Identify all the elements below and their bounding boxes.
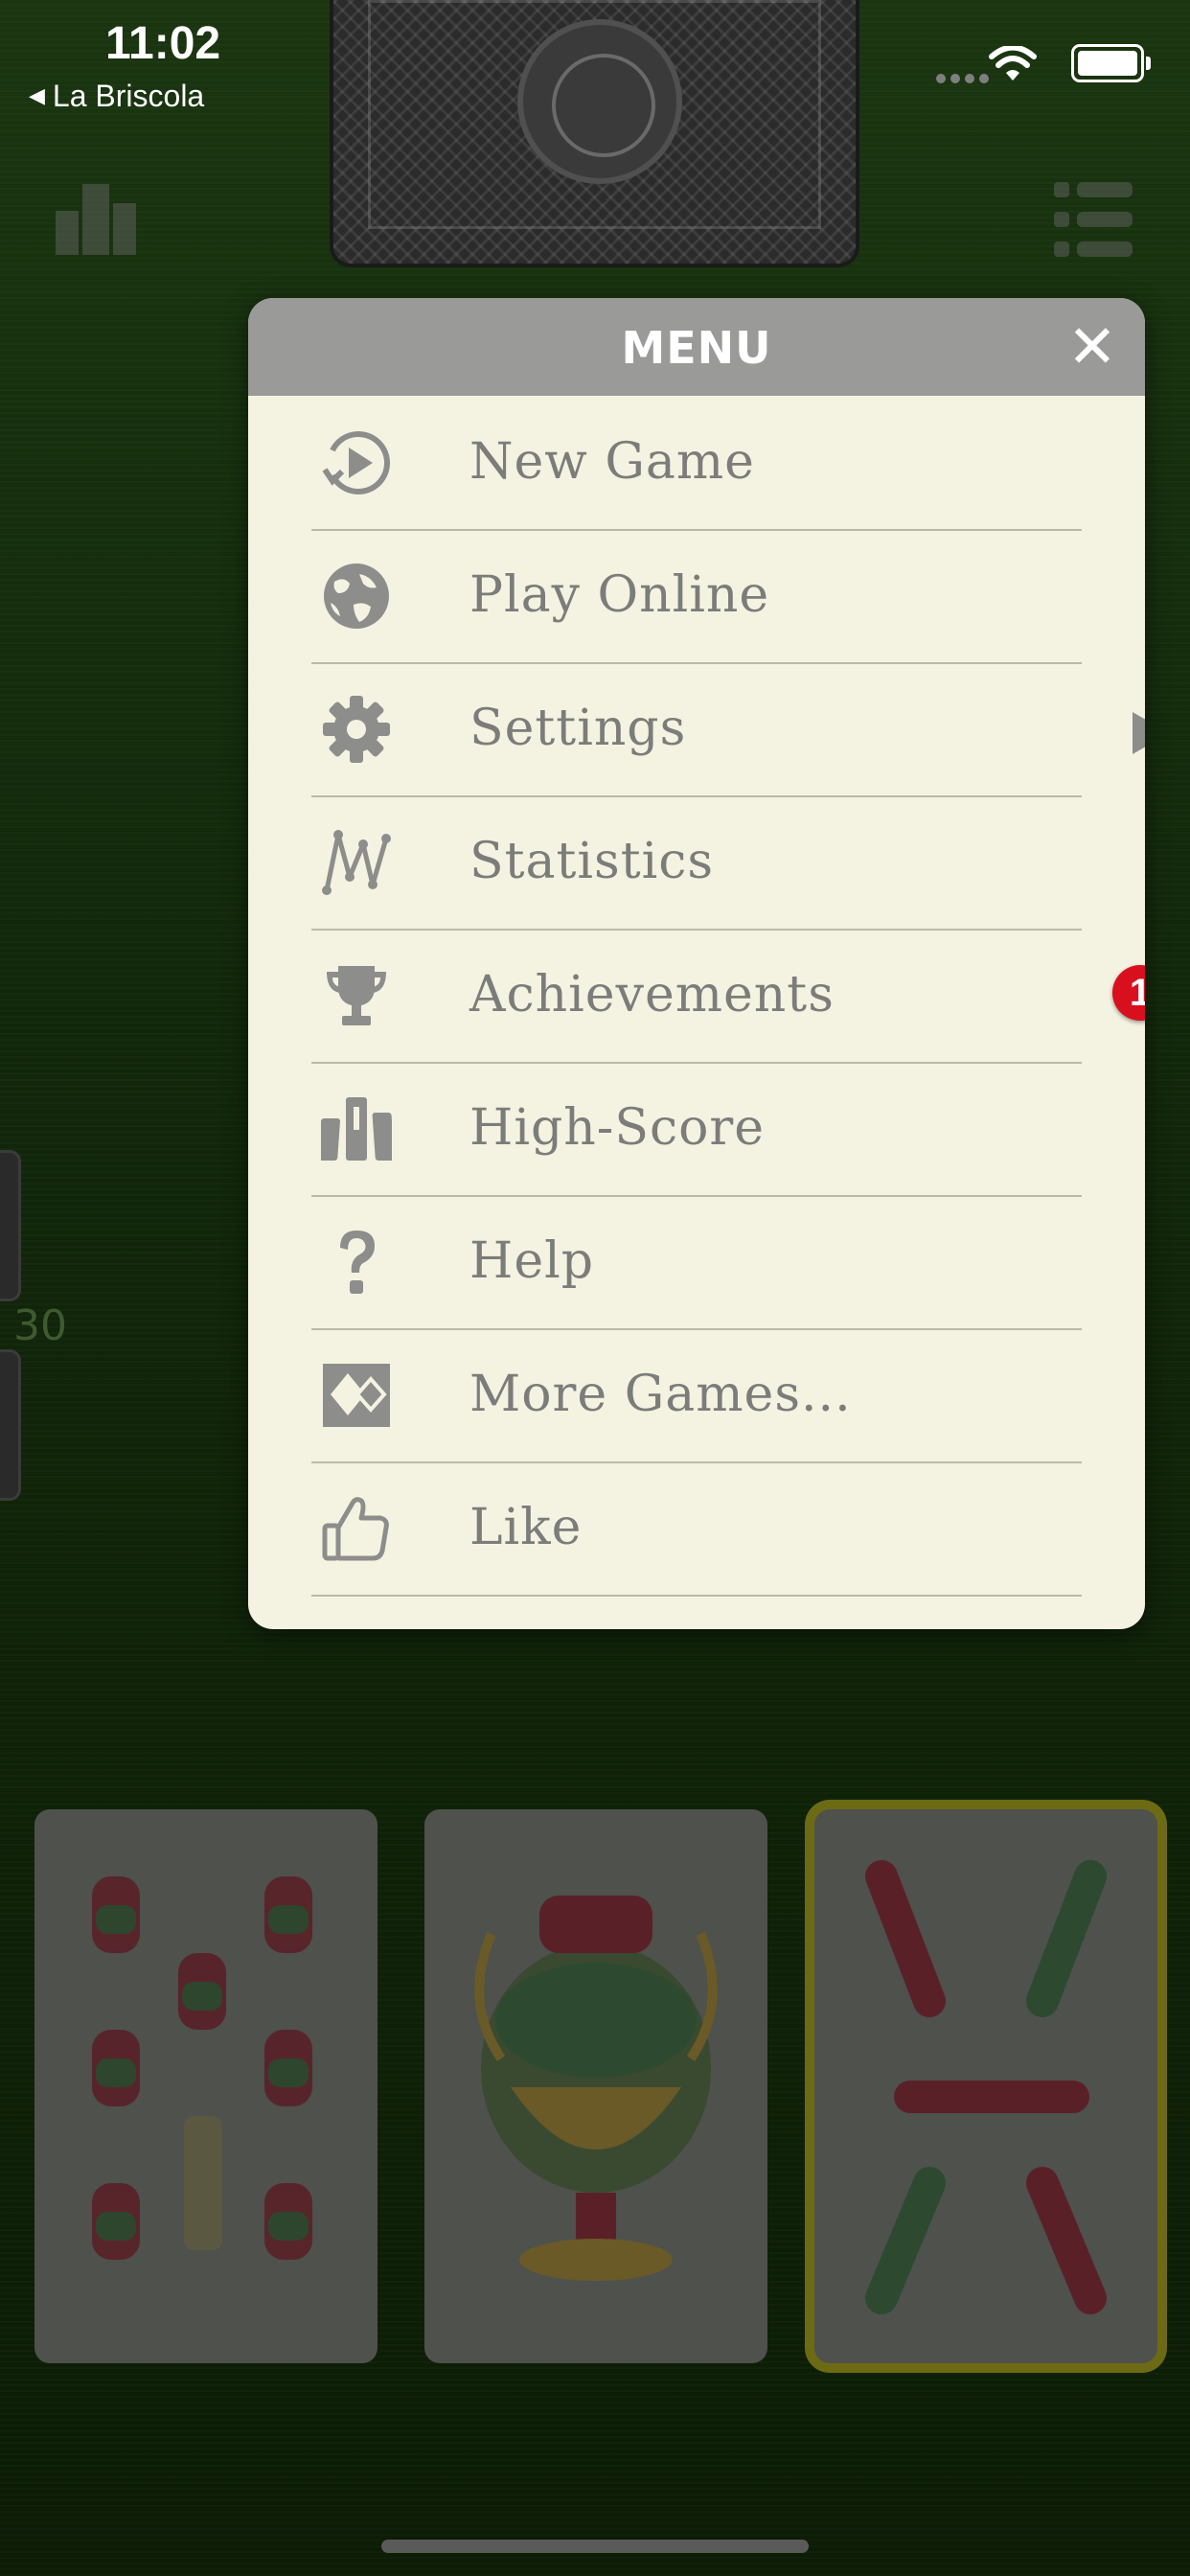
hand-card-1[interactable] [34, 1809, 378, 2363]
back-to-app-link[interactable]: ◀ La Briscola [29, 79, 204, 114]
menu-item-label: More Games... [469, 1366, 852, 1423]
deck-emblem-icon [517, 19, 682, 184]
trophy-icon [327, 966, 386, 1025]
menu-panel: MENU ✕ New Game Play Online Settings Sta… [248, 298, 1145, 1629]
seven-of-cups-art [92, 1876, 312, 2260]
back-triangle-icon: ◀ [29, 83, 45, 107]
card-deck [333, 0, 856, 264]
menu-item-label: Achievements [469, 966, 835, 1024]
side-score: 30 [13, 1301, 67, 1350]
menu-item-label: Like [469, 1499, 583, 1556]
menu-item-label: Settings [469, 700, 687, 757]
hand-card-3[interactable] [814, 1809, 1157, 2363]
cellular-signal-icon [931, 69, 989, 87]
play-circle-icon [322, 431, 391, 494]
thumbs-up-icon [322, 1497, 389, 1561]
close-icon: ✕ [1067, 311, 1117, 381]
menu-item-label: Statistics [469, 833, 715, 890]
home-indicator[interactable] [381, 2540, 809, 2553]
statistics-icon [322, 830, 391, 895]
menu-item-high-score[interactable]: High-Score [311, 1062, 1082, 1197]
ace-of-cups-art [474, 1896, 718, 2281]
question-icon [340, 1230, 375, 1294]
highscore-podium-icon[interactable] [56, 184, 136, 255]
menu-title: MENU [621, 322, 772, 374]
menu-item-new-game[interactable]: New Game [311, 396, 1082, 531]
gear-icon [323, 696, 390, 763]
hand-card-2[interactable] [424, 1809, 767, 2363]
menu-item-label: New Game [469, 433, 755, 491]
menu-list-icon[interactable] [1054, 180, 1133, 259]
menu-item-label: Play Online [469, 566, 770, 624]
status-time: 11:02 [105, 18, 221, 69]
menu-item-label: High-Score [469, 1099, 766, 1157]
menu-item-more-games[interactable]: More Games... [311, 1328, 1082, 1463]
close-button[interactable]: ✕ [1061, 315, 1124, 379]
five-of-clubs-art [865, 1860, 1107, 2314]
menu-item-play-online[interactable]: Play Online [311, 529, 1082, 664]
menu-item-settings[interactable]: Settings [311, 662, 1145, 797]
battery-icon [1071, 44, 1151, 82]
back-app-label: La Briscola [52, 79, 205, 113]
podium-icon [321, 1097, 392, 1161]
notification-badge: 1 [1112, 965, 1145, 1021]
menu-item-help[interactable]: Help [311, 1195, 1082, 1330]
opponent-card-edge [0, 1349, 21, 1501]
menu-item-label: Help [469, 1232, 595, 1290]
menu-item-like[interactable]: Like [311, 1461, 1082, 1597]
menu-item-achievements[interactable]: Achievements 1 [311, 929, 1145, 1064]
submenu-arrow-icon [1133, 712, 1145, 754]
globe-icon [324, 564, 389, 629]
wifi-icon [989, 46, 1037, 80]
opponent-card-edge [0, 1150, 21, 1301]
more-games-icon [323, 1364, 390, 1427]
menu-item-statistics[interactable]: Statistics [311, 795, 1082, 931]
